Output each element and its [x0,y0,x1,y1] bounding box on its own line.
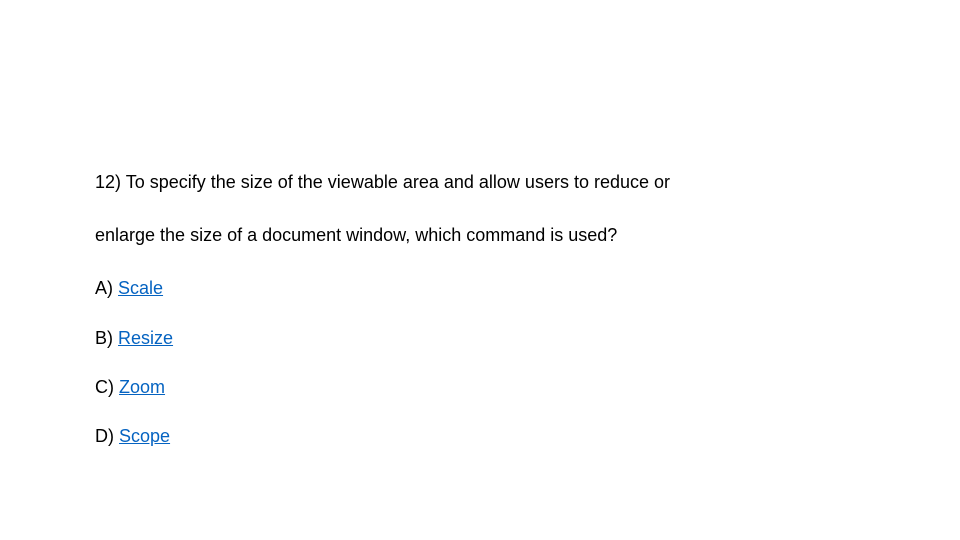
option-d-link[interactable]: Scope [119,426,170,446]
option-a-letter: A) [95,278,113,298]
option-b-link[interactable]: Resize [118,328,173,348]
question-text-1: To specify the size of the viewable area… [126,172,670,192]
option-d: D) Scope [95,424,895,449]
option-a: A) Scale [95,276,895,301]
question-block: 12) To specify the size of the viewable … [0,0,895,449]
question-number: 12) [95,172,121,192]
option-c: C) Zoom [95,375,895,400]
option-a-link[interactable]: Scale [118,278,163,298]
option-b-letter: B) [95,328,113,348]
question-line-1: 12) To specify the size of the viewable … [95,170,895,195]
option-b: B) Resize [95,326,895,351]
option-c-link[interactable]: Zoom [119,377,165,397]
option-c-letter: C) [95,377,114,397]
option-d-letter: D) [95,426,114,446]
question-line-2: enlarge the size of a document window, w… [95,223,895,248]
